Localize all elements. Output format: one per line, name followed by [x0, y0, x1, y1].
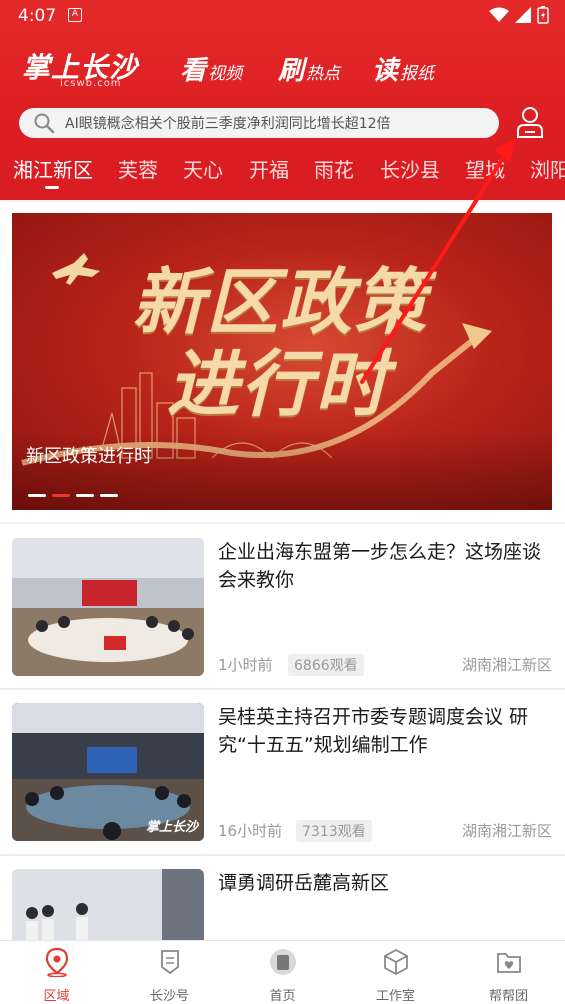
signal-icon	[515, 7, 531, 23]
carousel-dot[interactable]	[28, 494, 46, 497]
channel-liuyang[interactable]: 浏阳	[530, 154, 565, 183]
home-icon	[270, 949, 296, 975]
news-title: 吴桂英主持召开市委专题调度会议 研究“十五五”规划编制工作	[218, 706, 529, 756]
nav-video[interactable]: 看 视频	[180, 50, 243, 86]
bottom-tab-bar: 区域 长沙号 首页 工作室 帮帮团	[0, 940, 565, 1004]
tab-label: 工作室	[375, 989, 415, 1004]
carousel-dot-active[interactable]	[52, 494, 70, 497]
nav-video-big: 看	[180, 56, 207, 86]
news-views: 6866观看	[288, 654, 364, 676]
notification-a-icon: A	[68, 8, 82, 22]
search-icon	[34, 113, 55, 134]
news-thumbnail	[12, 538, 204, 676]
channel-xiangjiang[interactable]: 湘江新区	[13, 154, 93, 183]
app-header: 4:07 A 掌上长沙 icswb.com 看 视频 刷 热点 读 报纸 AI眼…	[0, 0, 565, 200]
news-item[interactable]: 掌上长沙 吴桂英主持召开市委专题调度会议 研究“十五五”规划编制工作 16小时前…	[0, 690, 565, 854]
news-item[interactable]: 谭勇调研岳麓高新区	[0, 856, 565, 940]
channel-changsha-county[interactable]: 长沙县	[380, 154, 440, 183]
tab-home[interactable]: 首页	[226, 941, 339, 1004]
battery-icon	[537, 6, 549, 24]
nav-hot-small: 热点	[306, 64, 341, 84]
user-profile-icon[interactable]	[514, 104, 546, 140]
banner-section: 新区政策 进行时 新区政策进行时	[0, 202, 565, 522]
news-time: 1小时前	[218, 656, 273, 674]
app-logo[interactable]: 掌上长沙 icswb.com	[22, 46, 157, 92]
logo-domain: icswb.com	[60, 78, 122, 89]
carousel-dot[interactable]	[100, 494, 118, 497]
news-views: 7313观看	[296, 820, 372, 842]
nav-newspaper[interactable]: 读 报纸	[372, 50, 435, 86]
channel-tianxin[interactable]: 天心	[183, 154, 223, 183]
nav-newspaper-small: 报纸	[400, 64, 435, 84]
changsha-account-icon	[161, 950, 179, 975]
banner-title-line2: 进行时	[167, 341, 390, 426]
carousel-dot[interactable]	[76, 494, 94, 497]
tab-studio[interactable]: 工作室	[339, 941, 452, 1004]
nav-hot[interactable]: 刷 热点	[278, 50, 341, 86]
nav-newspaper-big: 读	[372, 56, 399, 86]
banner-caption: 新区政策进行时	[26, 446, 152, 467]
tab-region[interactable]: 区域	[0, 941, 113, 1004]
meeting-photo	[12, 538, 204, 676]
news-item[interactable]: 企业出海东盟第一步怎么走？这场座谈会来教你 1小时前 6866观看 湖南湘江新区	[0, 524, 565, 688]
news-source: 湖南湘江新区	[461, 656, 552, 674]
tab-label: 区域	[43, 989, 70, 1004]
tab-label: 帮帮团	[488, 989, 528, 1004]
news-title: 企业出海东盟第一步怎么走？这场座谈会来教你	[218, 541, 542, 591]
tab-label: 首页	[269, 989, 296, 1004]
visit-photo	[12, 869, 204, 940]
search-placeholder: AI眼镜概念相关个股前三季度净利润同比增长超12倍	[65, 116, 391, 132]
status-icons	[489, 6, 549, 24]
tab-changsha-account[interactable]: 长沙号	[113, 941, 226, 1004]
news-source: 湖南湘江新区	[461, 822, 552, 840]
channel-kaifu[interactable]: 开福	[249, 154, 289, 183]
thumbnail-watermark: 掌上长沙	[145, 820, 198, 835]
channel-wangcheng[interactable]: 望城	[465, 154, 505, 183]
cube-icon	[384, 948, 408, 976]
channel-tabs: 湘江新区 芙蓉 天心 开福 雨花 长沙县 望城 浏阳	[0, 154, 565, 190]
nav-video-small: 视频	[208, 64, 243, 84]
search-bar[interactable]: AI眼镜概念相关个股前三季度净利润同比增长超12倍	[19, 108, 499, 138]
status-bar: 4:07 A	[0, 0, 565, 32]
news-title: 谭勇调研岳麓高新区	[218, 872, 390, 894]
channel-yuhua[interactable]: 雨花	[314, 154, 354, 183]
carousel-indicators	[28, 494, 118, 497]
nav-hot-big: 刷	[278, 56, 305, 86]
banner-carousel[interactable]: 新区政策 进行时 新区政策进行时	[12, 213, 552, 510]
channel-furong[interactable]: 芙蓉	[118, 154, 158, 183]
wifi-icon	[489, 7, 509, 22]
folder-heart-icon	[497, 953, 521, 973]
location-pin-icon	[45, 947, 69, 977]
news-time: 16小时前	[218, 822, 283, 840]
news-thumbnail	[12, 869, 204, 940]
active-channel-indicator	[45, 186, 59, 189]
tab-help-group[interactable]: 帮帮团	[452, 941, 565, 1004]
status-time: 4:07	[18, 6, 57, 26]
tab-label: 长沙号	[149, 989, 189, 1004]
news-thumbnail: 掌上长沙	[12, 703, 204, 841]
